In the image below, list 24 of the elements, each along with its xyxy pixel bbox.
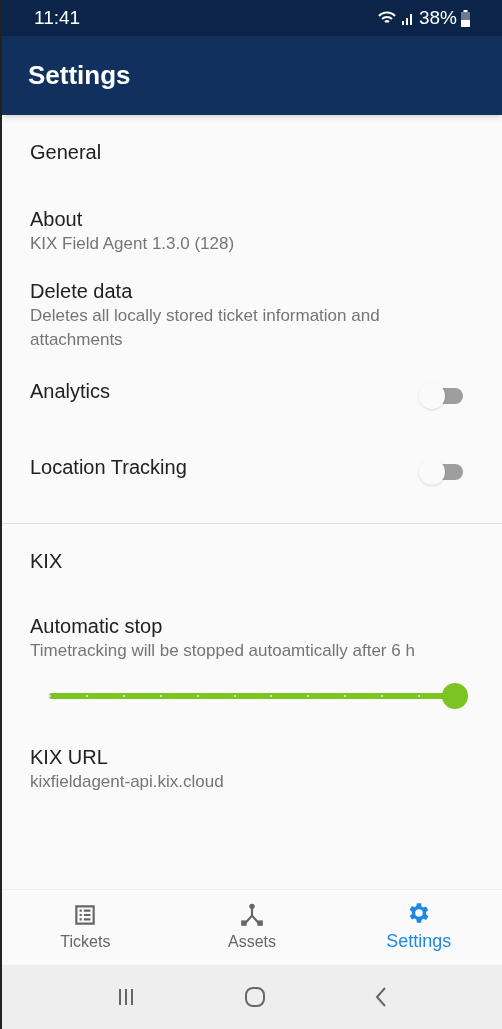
battery-percent: 38% bbox=[418, 5, 457, 30]
setting-title: Delete data bbox=[30, 279, 134, 305]
hierarchy-icon bbox=[239, 901, 265, 928]
wifi-icon bbox=[376, 10, 397, 26]
setting-title: Location Tracking bbox=[30, 455, 187, 481]
setting-description: Deletes all locally stored ticket information and attachments bbox=[30, 305, 381, 351]
setting-description: Timetracking will be stopped autoamtically after 6 h bbox=[30, 640, 416, 663]
setting-title: Analytics bbox=[30, 379, 111, 405]
app-bar-title: Settings bbox=[28, 59, 131, 92]
setting-title: KIX URL bbox=[30, 744, 109, 770]
setting-title: Automatic stop bbox=[30, 614, 164, 640]
clock: 11:41 bbox=[34, 5, 81, 30]
section-header: General bbox=[29, 140, 103, 165]
signal-icon bbox=[400, 11, 415, 25]
setting-description: kixfieldagent-api.kix.cloud bbox=[30, 770, 225, 793]
back-icon[interactable] bbox=[374, 986, 389, 1008]
nav-tab[interactable]: Settings bbox=[335, 890, 502, 965]
battery-icon bbox=[461, 9, 470, 27]
nav-tab[interactable]: Tickets bbox=[2, 890, 169, 965]
nav-tab[interactable]: Assets bbox=[168, 890, 336, 965]
home-icon[interactable] bbox=[243, 985, 267, 1009]
setting-description: KIX Field Agent 1.3.0 (128) bbox=[30, 233, 236, 255]
setting-title: About bbox=[30, 207, 84, 232]
section-header: KIX bbox=[29, 549, 64, 575]
